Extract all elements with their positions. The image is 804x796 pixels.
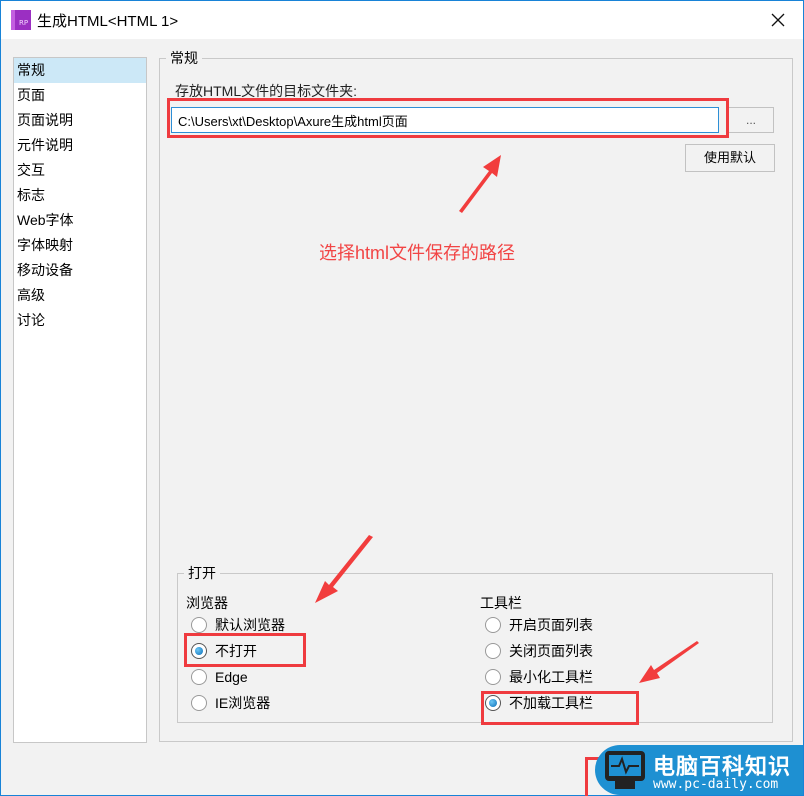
target-folder-input[interactable] <box>171 107 719 133</box>
nav-item-mobile[interactable]: 移动设备 <box>14 258 146 283</box>
annotation-text: 选择html文件保存的路径 <box>319 243 516 263</box>
radio-edge[interactable]: Edge <box>191 665 248 689</box>
nav-item-widget-notes[interactable]: 元件说明 <box>14 133 146 158</box>
nav-item-page-notes[interactable]: 页面说明 <box>14 108 146 133</box>
nav-item-interactions[interactable]: 交互 <box>14 158 146 183</box>
nav-item-pages[interactable]: 页面 <box>14 83 146 108</box>
radio-default-browser[interactable]: 默认浏览器 <box>191 613 285 637</box>
toolbar-label: 工具栏 <box>480 595 522 611</box>
browser-label: 浏览器 <box>186 595 228 611</box>
radio-close-page-list[interactable]: 关闭页面列表 <box>485 639 593 663</box>
watermark-url: www.pc-daily.com <box>653 777 779 792</box>
monitor-icon <box>605 751 645 781</box>
radio-circle[interactable] <box>485 617 501 633</box>
close-button[interactable] <box>767 9 789 31</box>
radio-ie[interactable]: IE浏览器 <box>191 691 270 715</box>
nav-item-flags[interactable]: 标志 <box>14 183 146 208</box>
radio-circle-checked[interactable] <box>191 643 207 659</box>
settings-nav-list: 常规 页面 页面说明 元件说明 交互 标志 Web字体 字体映射 移动设备 高级… <box>13 57 147 743</box>
nav-item-web-fonts[interactable]: Web字体 <box>14 208 146 233</box>
close-icon <box>771 13 785 27</box>
axure-rp-icon: RP <box>11 10 31 30</box>
radio-do-not-open[interactable]: 不打开 <box>191 639 257 663</box>
radio-circle[interactable] <box>191 695 207 711</box>
radio-no-toolbar[interactable]: 不加载工具栏 <box>485 691 593 715</box>
nav-item-general[interactable]: 常规 <box>14 58 146 83</box>
nav-item-discussion[interactable]: 讨论 <box>14 308 146 333</box>
radio-circle[interactable] <box>191 669 207 685</box>
window-title: 生成HTML<HTML 1> <box>37 13 179 30</box>
general-legend: 常规 <box>166 49 202 67</box>
use-default-button[interactable]: 使用默认 <box>685 144 775 172</box>
nav-item-font-mapping[interactable]: 字体映射 <box>14 233 146 258</box>
radio-open-page-list[interactable]: 开启页面列表 <box>485 613 593 637</box>
radio-circle[interactable] <box>191 617 207 633</box>
radio-circle[interactable] <box>485 643 501 659</box>
radio-minimize-toolbar[interactable]: 最小化工具栏 <box>485 665 593 689</box>
title-bar: RP 生成HTML<HTML 1> <box>1 1 803 39</box>
radio-circle-checked[interactable] <box>485 695 501 711</box>
dialog-window: RP 生成HTML<HTML 1> 常规 页面 页面说明 元件说明 交互 标志 … <box>0 0 804 796</box>
open-legend: 打开 <box>184 564 220 582</box>
watermark-badge: 电脑百科知识 www.pc-daily.com <box>595 745 803 795</box>
browse-button[interactable]: ... <box>728 107 774 133</box>
nav-item-advanced[interactable]: 高级 <box>14 283 146 308</box>
target-folder-label: 存放HTML文件的目标文件夹: <box>175 83 357 99</box>
radio-circle[interactable] <box>485 669 501 685</box>
